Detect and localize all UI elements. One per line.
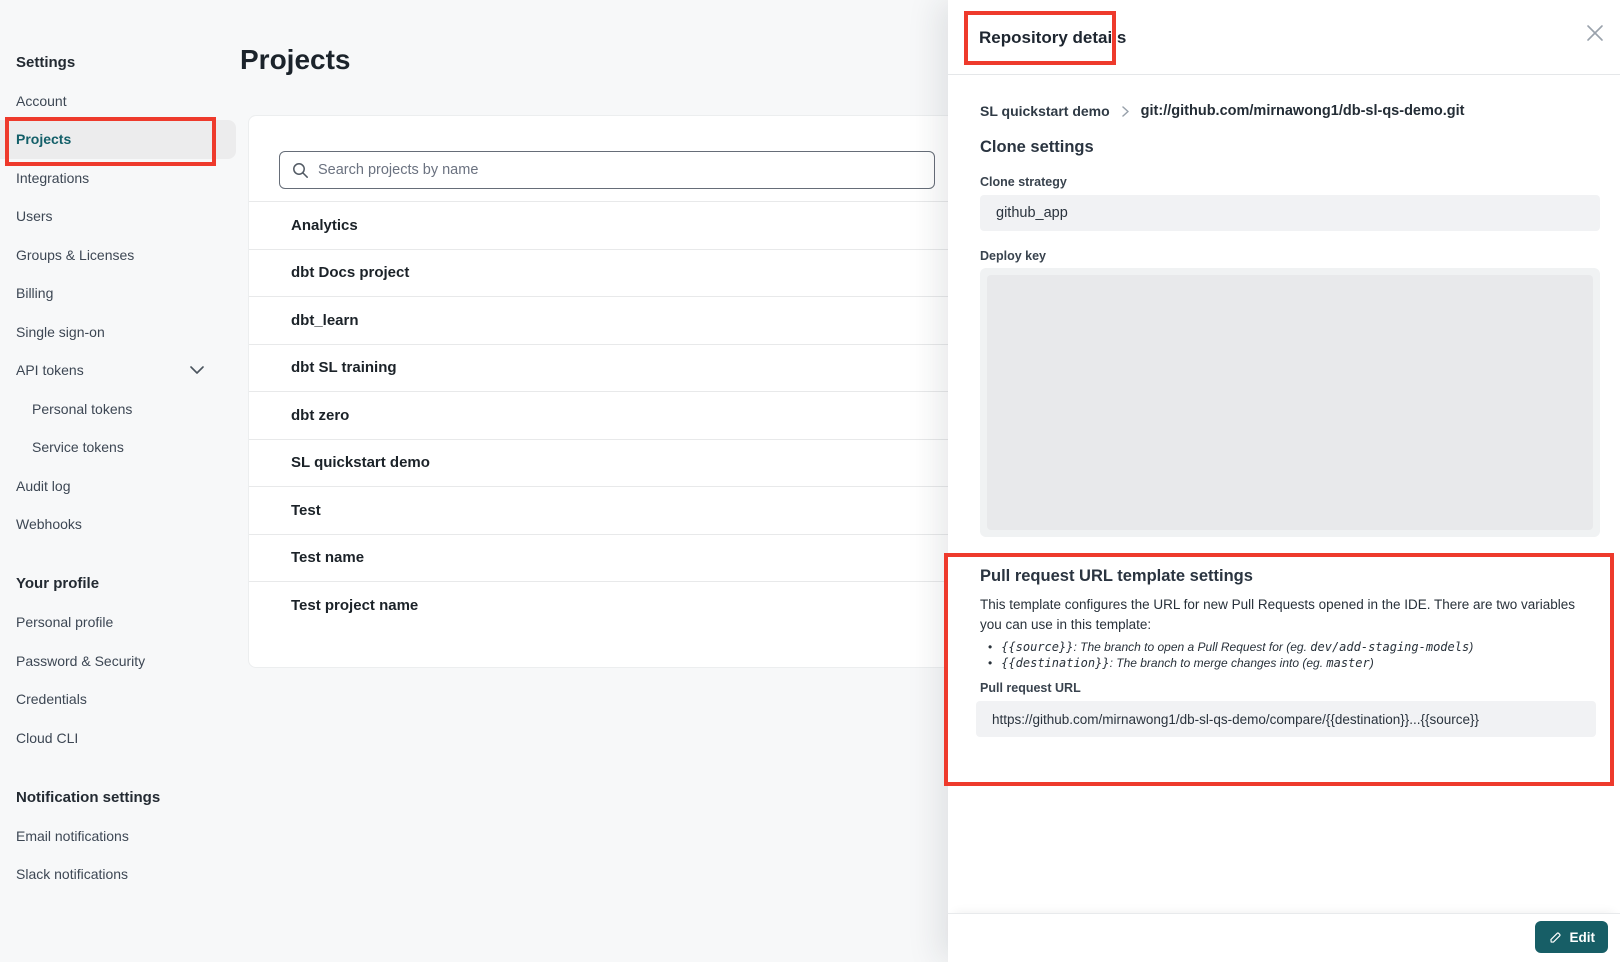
panel-footer: Edit xyxy=(948,913,1620,962)
deploy-key-field xyxy=(980,268,1600,537)
pr-template-description: This template configures the URL for new… xyxy=(980,595,1592,634)
sidebar-item-projects[interactable]: Projects xyxy=(0,120,236,159)
sidebar-item-api-tokens[interactable]: API tokens xyxy=(0,351,240,390)
chevron-right-icon xyxy=(1122,106,1129,117)
clone-strategy-label: Clone strategy xyxy=(980,175,1067,189)
project-row[interactable]: dbt zero xyxy=(249,391,963,439)
projects-card: Analytics dbt Docs project dbt_learn dbt… xyxy=(248,115,964,668)
deploy-key-redacted-area xyxy=(987,275,1593,530)
sidebar-item-users[interactable]: Users xyxy=(0,197,240,236)
settings-sidebar: Settings Account Projects Integrations U… xyxy=(0,0,240,962)
sidebar-item-service-tokens[interactable]: Service tokens xyxy=(0,428,240,467)
project-row[interactable]: dbt_learn xyxy=(249,296,963,344)
sidebar-item-webhooks[interactable]: Webhooks xyxy=(0,505,240,544)
pr-template-heading: Pull request URL template settings xyxy=(980,567,1253,586)
variable-destination: {{destination}}: The branch to merge cha… xyxy=(988,655,1473,671)
panel-header: Repository details xyxy=(948,0,1620,75)
deploy-key-label: Deploy key xyxy=(980,249,1046,263)
project-row[interactable]: SL quickstart demo xyxy=(249,439,963,487)
project-row[interactable]: dbt SL training xyxy=(249,344,963,392)
page-title: Projects xyxy=(240,44,351,76)
project-row[interactable]: Analytics xyxy=(249,201,963,249)
pencil-icon xyxy=(1548,930,1563,945)
sidebar-item-email-notifications[interactable]: Email notifications xyxy=(0,817,240,856)
pull-request-url-value: https://github.com/mirnawong1/db-sl-qs-d… xyxy=(976,701,1596,737)
project-row[interactable]: dbt Docs project xyxy=(249,249,963,297)
sidebar-item-personal-profile[interactable]: Personal profile xyxy=(0,603,240,642)
project-list: Analytics dbt Docs project dbt_learn dbt… xyxy=(249,201,963,629)
sidebar-heading-settings: Settings xyxy=(0,43,240,82)
breadcrumb-project-name: SL quickstart demo xyxy=(980,103,1110,119)
sidebar-item-credentials[interactable]: Credentials xyxy=(0,680,240,719)
pr-template-variables: {{source}}: The branch to open a Pull Re… xyxy=(988,639,1473,671)
close-button[interactable] xyxy=(1582,20,1608,46)
pull-request-url-label: Pull request URL xyxy=(980,681,1081,695)
app-root: Settings Account Projects Integrations U… xyxy=(0,0,1620,962)
sidebar-item-groups-licenses[interactable]: Groups & Licenses xyxy=(0,236,240,275)
sidebar-item-single-sign-on[interactable]: Single sign-on xyxy=(0,313,240,352)
edit-button[interactable]: Edit xyxy=(1535,921,1609,953)
project-search xyxy=(279,151,935,189)
breadcrumb: SL quickstart demo git://github.com/mirn… xyxy=(980,103,1465,119)
sidebar-item-cloud-cli[interactable]: Cloud CLI xyxy=(0,719,240,758)
chevron-down-icon xyxy=(190,366,204,374)
project-row[interactable]: Test xyxy=(249,486,963,534)
sidebar-heading-your-profile: Your profile xyxy=(0,565,240,604)
sidebar-item-personal-tokens[interactable]: Personal tokens xyxy=(0,390,240,429)
sidebar-item-integrations[interactable]: Integrations xyxy=(0,159,240,198)
search-input[interactable] xyxy=(318,162,922,178)
breadcrumb-repo-url: git://github.com/mirnawong1/db-sl-qs-dem… xyxy=(1141,103,1465,119)
project-row[interactable]: Test project name xyxy=(249,581,963,629)
panel-content: SL quickstart demo git://github.com/mirn… xyxy=(948,75,1620,913)
search-icon xyxy=(292,162,309,179)
clone-settings-heading: Clone settings xyxy=(980,138,1094,157)
sidebar-heading-notification-settings: Notification settings xyxy=(0,778,240,817)
clone-strategy-value: github_app xyxy=(980,195,1600,231)
sidebar-item-audit-log[interactable]: Audit log xyxy=(0,467,240,506)
repository-details-panel: Repository details SL quickstart demo gi… xyxy=(948,0,1620,962)
pull-request-template-section annotation-box-pr-template: Pull request URL template settings This … xyxy=(944,553,1614,786)
project-row[interactable]: Test name xyxy=(249,534,963,582)
variable-source: {{source}}: The branch to open a Pull Re… xyxy=(988,639,1473,655)
panel-title: Repository details xyxy=(979,28,1126,48)
sidebar-item-slack-notifications[interactable]: Slack notifications xyxy=(0,855,240,894)
sidebar-item-billing[interactable]: Billing xyxy=(0,274,240,313)
sidebar-item-password-security[interactable]: Password & Security xyxy=(0,642,240,681)
sidebar-item-account[interactable]: Account xyxy=(0,82,240,121)
close-icon xyxy=(1586,24,1604,42)
